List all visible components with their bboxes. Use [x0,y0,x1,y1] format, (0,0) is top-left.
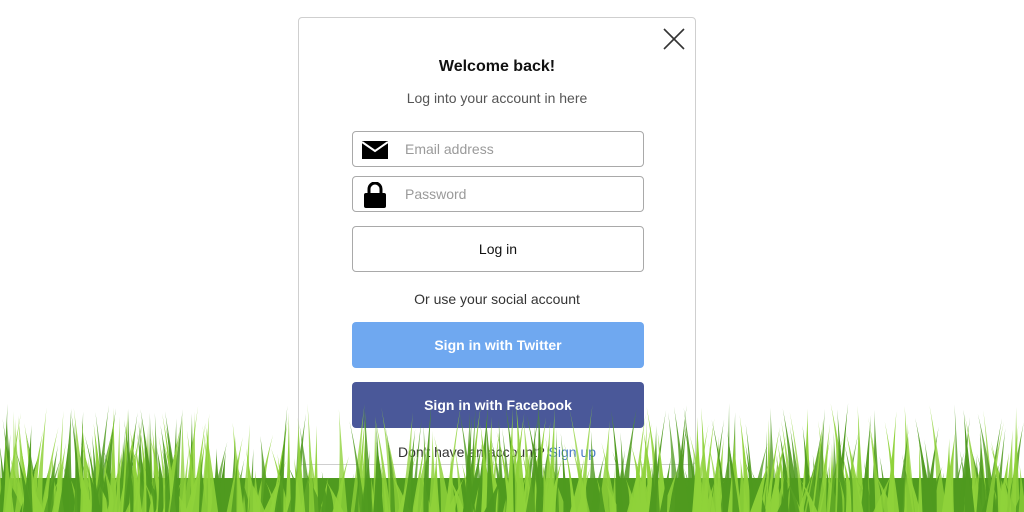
signup-prompt: Don't have an account? [397,444,545,460]
password-field-wrapper [352,176,644,212]
facebook-signin-button[interactable]: Sign in with Facebook [352,382,644,428]
email-input[interactable] [405,132,635,166]
password-input[interactable] [405,177,635,211]
modal-subtitle: Log into your account in here [406,90,588,106]
signup-line: Don't have an account? Sign up [299,444,695,460]
lock-icon [361,182,389,208]
social-label: Or use your social account [414,291,580,307]
close-icon [663,28,685,50]
login-modal: Welcome back! Log into your account in h… [298,17,696,465]
envelope-icon [361,138,389,162]
signup-link[interactable]: Sign up [549,444,596,460]
login-button[interactable]: Log in [352,226,644,272]
modal-title: Welcome back! [438,58,556,75]
close-button[interactable] [661,26,687,52]
email-field-wrapper [352,131,644,167]
twitter-signin-button[interactable]: Sign in with Twitter [352,322,644,368]
